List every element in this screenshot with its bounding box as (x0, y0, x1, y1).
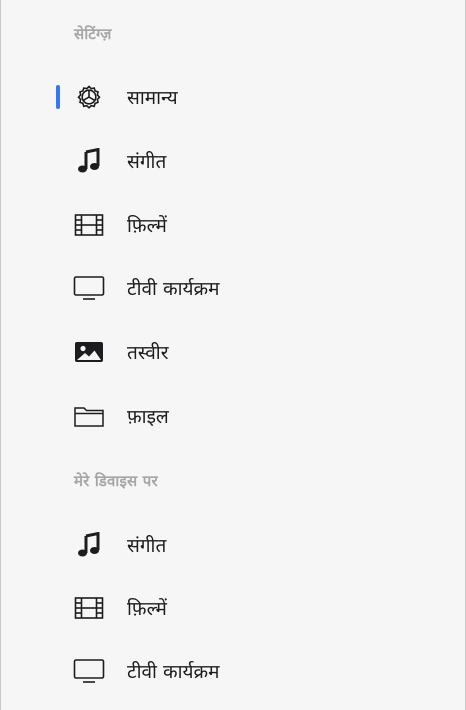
sidebar-item-general[interactable]: सामान्य (1, 77, 465, 117)
sidebar-item-label: संगीत (127, 535, 167, 557)
sidebar-item-label: फ़ाइल (127, 406, 169, 428)
sidebar-item-films[interactable]: फ़िल्में (1, 205, 465, 245)
sidebar-item-label: टीवी कार्यक्रम (127, 661, 220, 683)
section-header-on-my-device: मेरे डिवाइस पर (74, 472, 158, 490)
sidebar-item-device-films[interactable]: फ़िल्में (1, 588, 465, 628)
sidebar-item-device-music[interactable]: संगीत (1, 525, 465, 565)
sidebar-item-label: सामान्य (127, 87, 178, 109)
sidebar-item-tv-shows[interactable]: टीवी कार्यक्रम (1, 268, 465, 308)
music-note-icon (73, 145, 105, 177)
selection-indicator (56, 85, 60, 109)
sidebar: सेटिंग्ज़ सामान्य संगीत फ़िल्में टीवी का… (0, 0, 466, 710)
sidebar-item-label: फ़िल्में (127, 598, 167, 620)
sidebar-item-label: संगीत (127, 151, 167, 173)
sidebar-item-device-tv-shows[interactable]: टीवी कार्यक्रम (1, 651, 465, 691)
sidebar-item-label: तस्वीर (127, 342, 169, 364)
music-note-icon (73, 529, 105, 561)
gear-icon (73, 81, 105, 113)
sidebar-item-music[interactable]: संगीत (1, 141, 465, 181)
section-header-settings: सेटिंग्ज़ (74, 25, 112, 43)
folder-icon (73, 400, 105, 432)
sidebar-item-files[interactable]: फ़ाइल (1, 396, 465, 436)
photo-icon (73, 336, 105, 368)
sidebar-item-label: टीवी कार्यक्रम (127, 278, 220, 300)
sidebar-item-label: फ़िल्में (127, 215, 167, 237)
sidebar-item-photos[interactable]: तस्वीर (1, 332, 465, 372)
tv-icon (73, 655, 105, 687)
tv-icon (73, 272, 105, 304)
film-icon (73, 209, 105, 241)
film-icon (73, 592, 105, 624)
